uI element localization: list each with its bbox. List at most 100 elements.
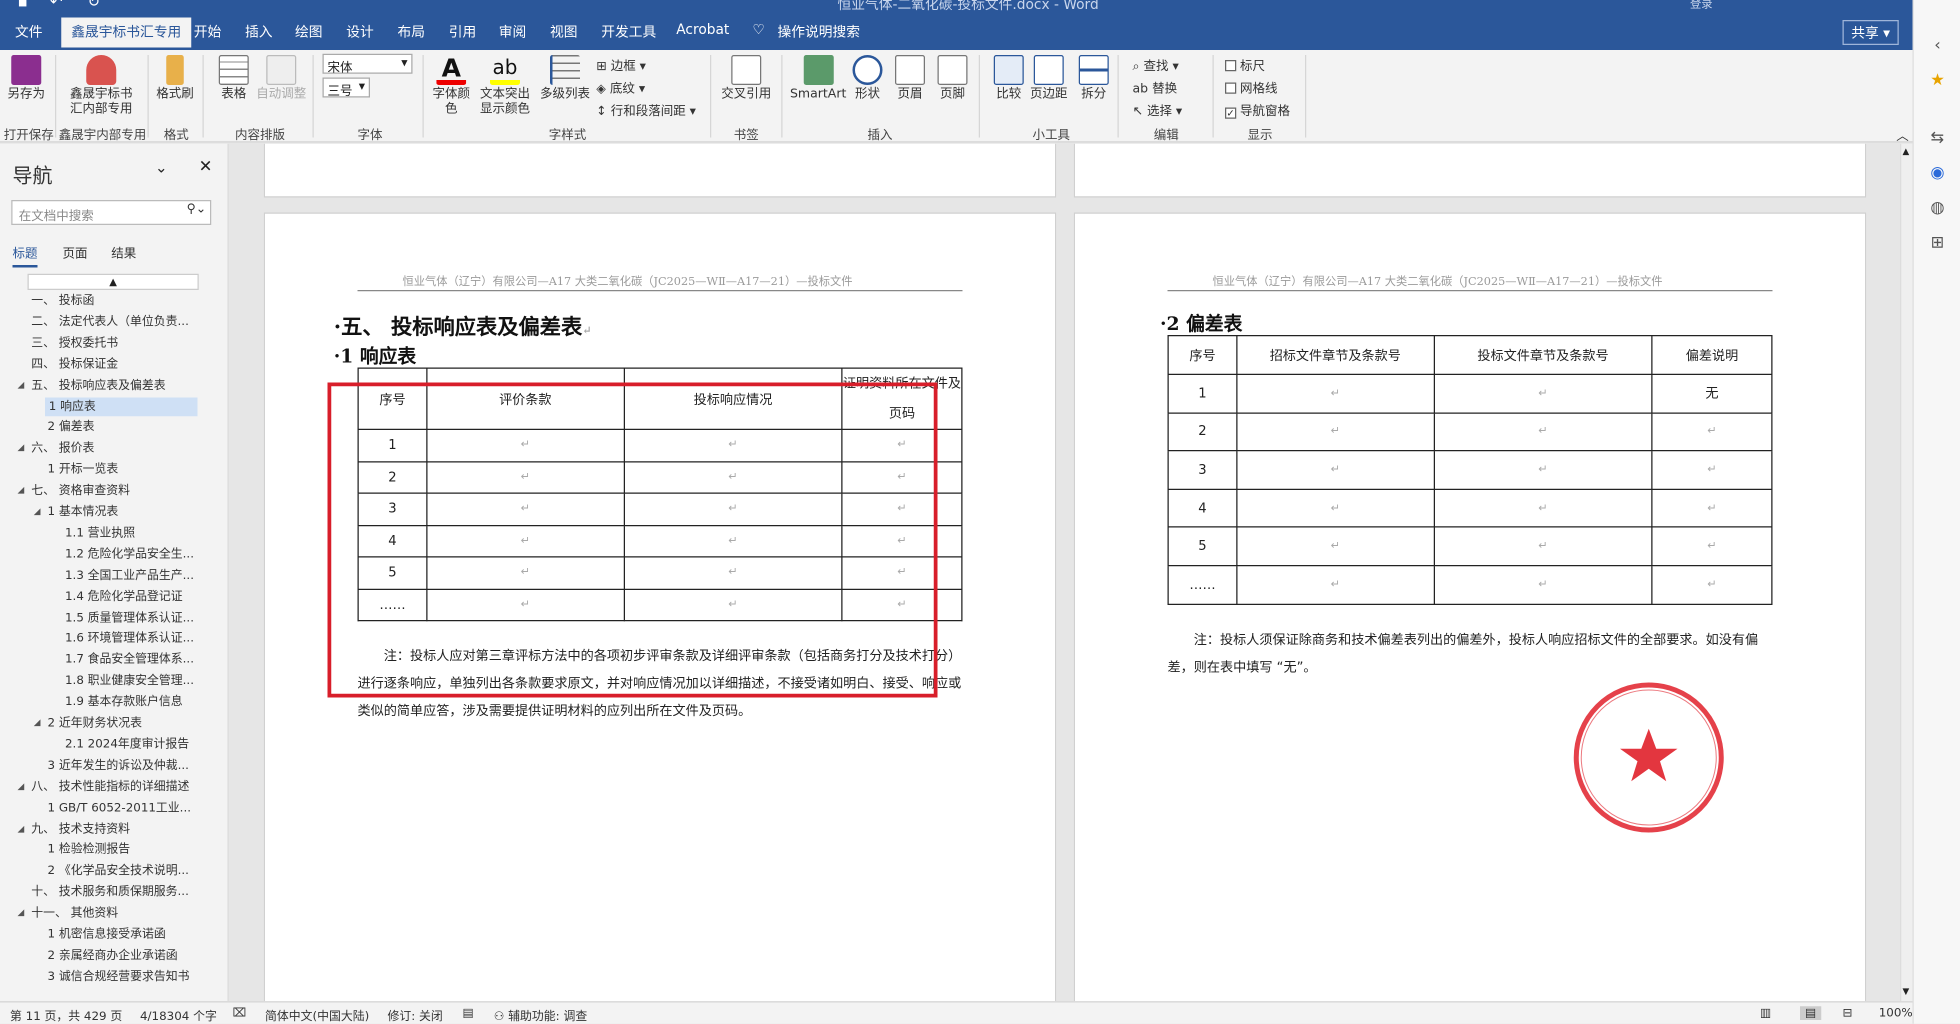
proofing-icon[interactable]: ⌧ xyxy=(233,1006,247,1020)
empty-cell[interactable]: ↵ xyxy=(1433,373,1653,414)
empty-cell[interactable]: ↵ xyxy=(1651,564,1773,605)
nav-search-input[interactable]: 在文档中搜索 ⚲⌄ xyxy=(11,200,212,225)
nav-item[interactable]: 1 开标一览表 xyxy=(48,460,198,479)
nav-item[interactable]: 一、 投标函 xyxy=(31,291,197,310)
row-number-cell[interactable]: 2 xyxy=(1167,412,1238,452)
font-color-button[interactable]: A 字体颜色 xyxy=(431,55,471,118)
redo-icon[interactable]: ↻ xyxy=(88,0,101,10)
expand-triangle-icon[interactable]: ◢ xyxy=(18,485,25,495)
tab-insert[interactable]: 插入 xyxy=(245,21,273,41)
empty-cell[interactable]: ↵ xyxy=(1236,373,1435,414)
nav-item[interactable]: 1.7 食品安全管理体系... xyxy=(65,650,198,669)
tell-me-search[interactable]: 操作说明搜索 xyxy=(778,21,861,41)
expand-triangle-icon[interactable]: ◢ xyxy=(18,908,25,918)
vertical-scrollbar[interactable]: ▲ ▼ xyxy=(1900,143,1913,1002)
nav-tab-headings[interactable]: 标题 xyxy=(12,243,38,268)
collapse-ribbon-icon[interactable]: ︿ xyxy=(1896,125,1909,144)
expand-triangle-icon[interactable]: ◢ xyxy=(18,443,25,453)
nav-item[interactable]: 1 GB/T 6052-2011工业... xyxy=(48,798,198,817)
nav-tab-results[interactable]: 结果 xyxy=(111,243,136,262)
nav-item[interactable]: 六、 报价表 xyxy=(31,439,197,458)
multilevel-list-button[interactable]: 多级列表 xyxy=(540,55,590,103)
remark-cell[interactable]: 无 xyxy=(1651,373,1773,414)
macro-icon[interactable]: ▤ xyxy=(463,1006,474,1020)
nav-item[interactable]: 1.1 营业执照 xyxy=(65,524,198,543)
scroll-up-icon[interactable]: ▲ xyxy=(27,273,199,290)
deviation-table[interactable]: 序号 招标文件章节及条款号 投标文件章节及条款号 偏差说明 1 ↵ ↵ 无 2 ↵ ↵ ↵ 3 ↵… xyxy=(1167,335,1773,605)
nav-item[interactable]: 九、 技术支持资料 xyxy=(31,819,197,838)
row-number-cell[interactable]: 5 xyxy=(1167,526,1238,567)
tab-file[interactable]: 文件 xyxy=(15,21,43,41)
nav-item[interactable]: 2.1 2024年度审计报告 xyxy=(65,735,198,754)
share-button[interactable]: 共享 ▾ xyxy=(1842,20,1899,45)
nav-item[interactable]: 十、 技术服务和质保期服务... xyxy=(31,883,197,902)
undo-icon[interactable]: ↶ xyxy=(50,0,63,10)
empty-cell[interactable]: ↵ xyxy=(1433,564,1653,605)
nav-item[interactable]: 2 近年财务状况表 xyxy=(48,714,198,733)
nav-item[interactable]: 2 偏差表 xyxy=(48,418,198,437)
nav-item[interactable]: 2 亲属经商办企业承诺函 xyxy=(48,946,198,965)
empty-cell[interactable]: ↵ xyxy=(1651,526,1773,567)
search-icon[interactable]: ⚲⌄ xyxy=(187,203,207,217)
nav-item[interactable]: 七、 资格审查资料 xyxy=(31,481,197,500)
search-bubble-icon[interactable]: ◉ xyxy=(1929,164,1947,183)
nav-item[interactable]: 五、 投标响应表及偏差表 xyxy=(31,376,197,395)
empty-cell[interactable]: ↵ xyxy=(1236,450,1435,490)
tab-draw[interactable]: 绘图 xyxy=(295,21,323,41)
line-spacing-button[interactable]: ↕ 行和段落间距 ▾ xyxy=(596,100,696,119)
word-count[interactable]: 4/18304 个字 xyxy=(140,1006,217,1024)
nav-item[interactable]: 1 检验检测报告 xyxy=(48,840,198,859)
row-number-cell[interactable]: 1 xyxy=(1167,373,1238,414)
nav-item[interactable]: 2 《化学品安全技术说明... xyxy=(48,862,198,881)
nav-tab-pages[interactable]: 页面 xyxy=(63,243,88,262)
expand-triangle-icon[interactable]: ◢ xyxy=(18,781,25,791)
tab-developer[interactable]: 开发工具 xyxy=(601,21,656,41)
row-number-cell[interactable]: …… xyxy=(1167,564,1238,605)
highlight-button[interactable]: ab 文本突出显示颜色 xyxy=(475,55,535,118)
find-button[interactable]: ⌕ 查找 ▾ xyxy=(1133,55,1179,74)
cross-reference-button[interactable]: 交叉引用 xyxy=(721,55,771,103)
nav-options-icon[interactable]: ⌄ xyxy=(155,159,168,177)
empty-cell[interactable]: ↵ xyxy=(1433,488,1653,528)
smartart-button[interactable]: SmartArt xyxy=(790,55,846,103)
print-layout-icon[interactable]: ▤ xyxy=(1800,1006,1822,1020)
row-number-cell[interactable]: 3 xyxy=(1167,450,1238,490)
nav-item[interactable]: 四、 投标保证金 xyxy=(31,355,197,374)
expand-triangle-icon[interactable]: ◢ xyxy=(34,718,41,728)
nav-item[interactable]: 1.3 全国工业产品生产... xyxy=(65,566,198,585)
ruler-checkbox[interactable]: 标尺 xyxy=(1225,55,1265,74)
compare-button[interactable]: 比较 xyxy=(993,55,1024,103)
globe-icon[interactable]: ◍ xyxy=(1929,199,1947,218)
expand-triangle-icon[interactable]: ◢ xyxy=(18,823,25,833)
tab-view[interactable]: 视图 xyxy=(550,21,578,41)
empty-cell[interactable]: ↵ xyxy=(1651,412,1773,452)
sliders-icon[interactable]: ⇆ xyxy=(1929,129,1947,148)
zoom-level[interactable]: 100% xyxy=(1879,1006,1913,1020)
nav-item[interactable]: 十一、 其他资料 xyxy=(31,904,197,923)
tab-home[interactable]: 开始 xyxy=(194,21,222,41)
nav-item[interactable]: 1.9 基本存款账户信息 xyxy=(65,693,198,712)
add-icon[interactable]: ⊞ xyxy=(1929,234,1947,253)
page-count[interactable]: 第 11 页，共 429 页 xyxy=(10,1006,122,1024)
split-button[interactable]: 拆分 xyxy=(1078,55,1109,103)
replace-button[interactable]: ab 替换 xyxy=(1133,78,1178,97)
empty-cell[interactable]: ↵ xyxy=(1236,412,1435,452)
auto-adjust-button[interactable]: 自动调整 xyxy=(256,55,306,103)
nav-item[interactable]: 1.8 职业健康安全管理... xyxy=(65,671,198,690)
nav-item[interactable]: 3 诚信合规经营要求告知书 xyxy=(48,967,198,986)
web-layout-icon[interactable]: ⊟ xyxy=(1843,1006,1853,1020)
empty-cell[interactable]: ↵ xyxy=(1433,526,1653,567)
footer-button[interactable]: 页脚 xyxy=(937,55,968,103)
tab-references[interactable]: 引用 xyxy=(449,21,477,41)
tab-layout[interactable]: 布局 xyxy=(398,21,426,41)
nav-item[interactable]: 三、 授权委托书 xyxy=(31,333,197,352)
read-mode-icon[interactable]: ▥ xyxy=(1760,1006,1771,1020)
tab-review[interactable]: 审阅 xyxy=(499,21,527,41)
save-icon[interactable]: ▪ xyxy=(18,0,28,10)
nav-item[interactable]: 八、 技术性能指标的详细描述 xyxy=(31,777,197,796)
tab-design[interactable]: 设计 xyxy=(346,21,374,41)
nav-item[interactable]: 二、 法定代表人（单位负责... xyxy=(31,312,197,331)
empty-cell[interactable]: ↵ xyxy=(1236,526,1435,567)
empty-cell[interactable]: ↵ xyxy=(1433,412,1653,452)
star-icon[interactable]: ★ xyxy=(1929,72,1947,91)
